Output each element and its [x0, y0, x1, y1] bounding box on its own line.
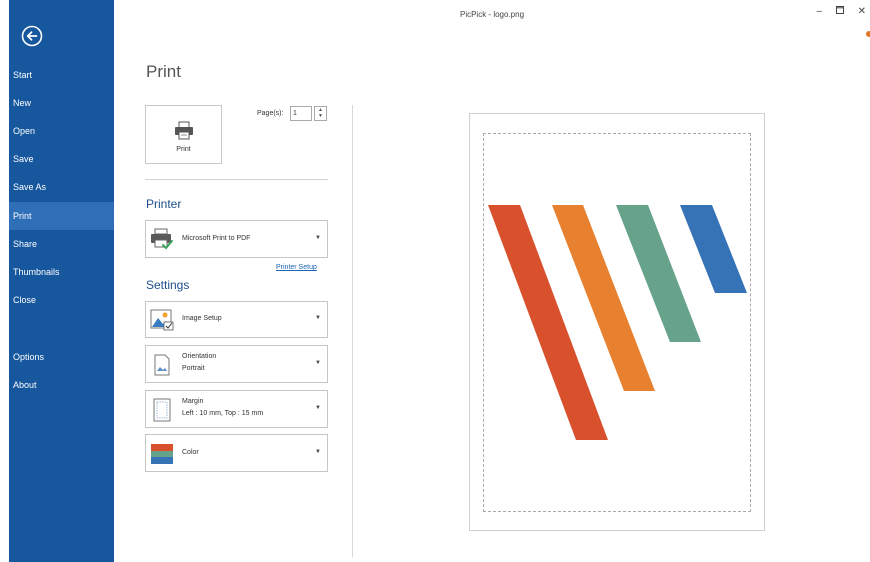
image-setup-dropdown[interactable]: Image Setup ▼	[145, 301, 328, 338]
page-title: Print	[146, 62, 181, 81]
chevron-down-icon: ▼	[315, 235, 321, 241]
print-button-label: Print	[176, 146, 191, 153]
stepper-down-icon[interactable]: ▼	[315, 113, 326, 119]
sidebar-item-options[interactable]: Options	[9, 343, 114, 371]
settings-section-title: Settings	[146, 278, 190, 292]
margin-dropdown[interactable]: Margin Left : 10 mm, Top : 15 mm ▼	[145, 390, 328, 428]
sidebar-item-about[interactable]: About	[9, 371, 114, 399]
color-icon	[151, 444, 173, 464]
chevron-down-icon: ▼	[315, 449, 321, 455]
chevron-down-icon: ▼	[315, 360, 321, 366]
pages-stepper[interactable]: ▲ ▼	[314, 106, 327, 121]
image-setup-label: Image Setup	[182, 315, 222, 322]
color-dropdown[interactable]: Color ▼	[145, 434, 328, 472]
printer-icon	[175, 121, 193, 140]
left-edge	[0, 0, 9, 562]
pages-input[interactable]: 1	[290, 106, 312, 121]
sidebar-item-start[interactable]: Start	[9, 61, 114, 89]
chevron-down-icon: ▼	[315, 405, 321, 411]
pages-label: Page(s):	[257, 110, 284, 117]
sidebar: Start New Open Save Save As Print Share …	[9, 0, 114, 562]
image-setup-icon	[150, 309, 174, 331]
chevron-down-icon: ▼	[315, 315, 321, 321]
orientation-value: Portrait	[182, 365, 205, 372]
sidebar-item-save-as[interactable]: Save As	[9, 173, 114, 201]
printer-dropdown[interactable]: Microsoft Print to PDF ▼	[145, 220, 328, 258]
sidebar-item-print[interactable]: Print	[9, 202, 114, 230]
portrait-page-icon	[154, 354, 170, 376]
maximize-icon[interactable]	[836, 6, 844, 17]
back-arrow-icon[interactable]	[21, 25, 43, 47]
title-bar: PicPick - logo.png – ✕	[114, 0, 870, 28]
sidebar-item-save[interactable]: Save	[9, 145, 114, 173]
sidebar-item-open[interactable]: Open	[9, 117, 114, 145]
notification-dot	[866, 31, 870, 37]
sidebar-item-new[interactable]: New	[9, 89, 114, 117]
orientation-label: Orientation	[182, 353, 217, 360]
sidebar-item-thumbnails[interactable]: Thumbnails	[9, 258, 114, 286]
divider	[145, 179, 328, 180]
margin-icon	[153, 398, 171, 422]
printer-icon	[151, 228, 173, 250]
minimize-icon[interactable]: –	[816, 6, 822, 17]
orientation-dropdown[interactable]: Orientation Portrait ▼	[145, 345, 328, 383]
window-title: PicPick - logo.png	[459, 10, 525, 19]
margin-value: Left : 10 mm, Top : 15 mm	[182, 410, 264, 417]
print-preview-page	[469, 113, 765, 531]
color-label: Color	[182, 449, 199, 456]
print-button[interactable]: Print	[145, 105, 222, 164]
sidebar-item-close[interactable]: Close	[9, 286, 114, 314]
sidebar-item-share[interactable]: Share	[9, 230, 114, 258]
printer-section-title: Printer	[146, 197, 182, 211]
printer-name: Microsoft Print to PDF	[182, 235, 251, 242]
margin-label: Margin	[182, 398, 204, 405]
close-icon[interactable]: ✕	[858, 6, 866, 17]
picpick-logo-image	[488, 205, 747, 440]
printer-setup-link[interactable]: Printer Setup	[276, 264, 317, 271]
panel-divider	[352, 105, 353, 557]
